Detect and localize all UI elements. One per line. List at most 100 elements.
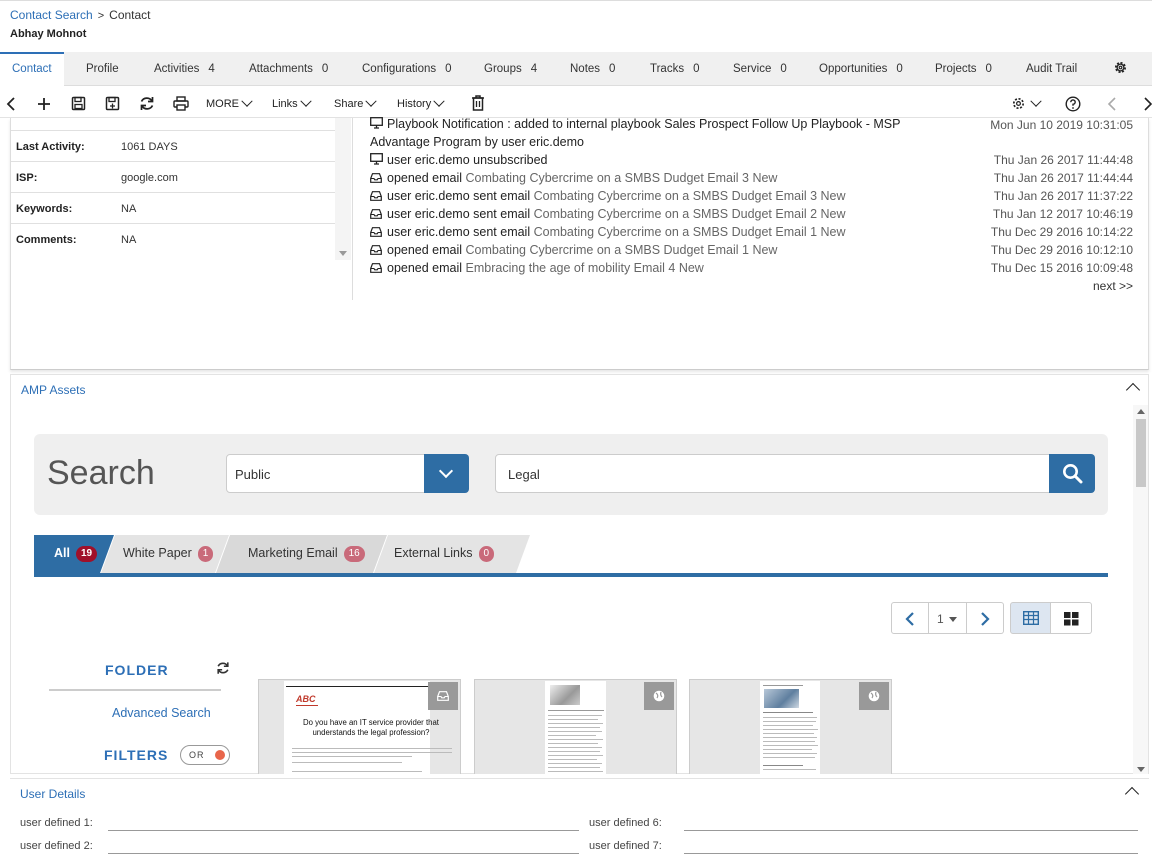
tab-profile[interactable]: Profile: [86, 52, 119, 86]
property-key: Keywords:: [16, 203, 73, 215]
scroll-down-icon[interactable]: [339, 251, 347, 256]
amp-assets-header[interactable]: AMP Assets: [11, 375, 1150, 401]
collapse-chevron-icon[interactable]: [1124, 786, 1140, 802]
breadcrumb-contact-search[interactable]: Contact Search: [10, 8, 93, 22]
next-page-button[interactable]: [967, 602, 1004, 634]
feed-text: Advantage Program by user eric.demo: [370, 135, 584, 149]
list-view-button[interactable]: [1010, 602, 1051, 634]
scope-select[interactable]: Public: [226, 454, 425, 493]
properties-scrollbar[interactable]: [335, 118, 351, 260]
links-menu[interactable]: Links: [272, 95, 312, 110]
tab-count: 4: [530, 63, 538, 75]
thumbnail-text-line: [763, 685, 803, 686]
feed-link[interactable]: Combating Cybercrime on a SMBS Dudget Em…: [534, 225, 846, 239]
thumbnail-text-line: [763, 733, 814, 734]
folder-divider: [49, 689, 221, 691]
page-select[interactable]: 1: [929, 602, 967, 634]
feed-link[interactable]: Combating Cybercrime on a SMBS Dudget Em…: [534, 207, 846, 221]
history-menu[interactable]: History: [397, 95, 445, 110]
tab-count: 0: [985, 63, 992, 75]
feed-next-link[interactable]: next >>: [1093, 279, 1133, 293]
property-row: Comments: NA: [11, 224, 335, 255]
tab-all[interactable]: All 19: [54, 535, 98, 573]
scope-dropdown-button[interactable]: [424, 454, 469, 493]
contact-properties: Last Activity: 1061 DAYS ISP: google.com K…: [11, 118, 335, 255]
user-details-panel: User Details user defined 1: user define…: [10, 778, 1149, 863]
feed-link[interactable]: Combating Cybercrime on a SMBS Dudget Em…: [466, 243, 778, 257]
feed-item: user eric.demo sent email Combating Cybe…: [370, 189, 846, 204]
save-as-icon[interactable]: [105, 96, 120, 111]
chevron-right-icon: [981, 612, 990, 626]
thumbnail-text-line: [292, 762, 402, 763]
asset-card[interactable]: [689, 679, 892, 774]
share-menu[interactable]: Share: [334, 95, 378, 110]
feed-link[interactable]: Combating Cybercrime on a SMBS Dudget Em…: [534, 189, 846, 203]
user-defined-7-input[interactable]: [684, 853, 1138, 854]
user-defined-6-input[interactable]: [684, 830, 1138, 831]
tab-groups[interactable]: Groups 4: [484, 52, 537, 86]
thumbnail-text-line: [763, 717, 817, 718]
user-defined-2-input[interactable]: [108, 853, 579, 854]
scroll-up-icon[interactable]: [1137, 409, 1145, 414]
save-icon[interactable]: [71, 96, 86, 111]
toolbar-settings-menu[interactable]: [1011, 95, 1042, 111]
feed-link[interactable]: Combating Cybercrime on a SMBS Dudget Em…: [466, 171, 778, 185]
print-icon[interactable]: [173, 96, 189, 111]
tab-opportunities[interactable]: Opportunities 0: [819, 52, 903, 86]
tab-marketing-email[interactable]: Marketing Email 16: [248, 535, 365, 573]
refresh-folders-icon[interactable]: [216, 661, 230, 680]
tab-tracks[interactable]: Tracks 0: [650, 52, 699, 86]
thumbnail-text-line: [548, 747, 602, 748]
chevron-down-icon: [438, 463, 454, 479]
help-icon[interactable]: [1065, 96, 1081, 112]
record-tabs: Contact Profile Activities 4 Attachments 0…: [0, 52, 1152, 87]
feed-text: opened email: [387, 261, 466, 275]
previous-record-icon[interactable]: [1107, 97, 1117, 111]
tab-projects[interactable]: Projects 0: [935, 52, 992, 86]
feed-text: user eric.demo unsubscribed: [387, 153, 548, 167]
tab-white-paper[interactable]: White Paper 1: [123, 535, 214, 573]
add-icon[interactable]: [37, 97, 51, 111]
record-toolbar: MORE Links Share History: [0, 90, 1152, 118]
amp-scrollbar[interactable]: [1133, 405, 1148, 774]
tab-attachments[interactable]: Attachments 0: [249, 52, 328, 86]
scrollbar-thumb[interactable]: [1136, 419, 1146, 487]
asset-card[interactable]: [474, 679, 677, 774]
more-menu[interactable]: MORE: [206, 95, 253, 110]
advanced-search-link[interactable]: Advanced Search: [112, 706, 211, 720]
feed-link[interactable]: Embracing the age of mobility Email 4 Ne…: [466, 261, 704, 275]
property-value: 1061 DAYS: [121, 141, 178, 153]
refresh-icon[interactable]: [139, 96, 155, 111]
search-input[interactable]: Legal: [495, 454, 1050, 493]
tab-contact[interactable]: Contact: [0, 52, 64, 87]
grid-view-button[interactable]: [1051, 602, 1092, 634]
tab-activities[interactable]: Activities 4: [154, 52, 215, 86]
previous-page-button[interactable]: [891, 602, 929, 634]
delete-icon[interactable]: [471, 95, 485, 111]
thumbnail-text-line: [292, 752, 452, 753]
table-icon: [1023, 611, 1039, 625]
back-icon[interactable]: [6, 97, 16, 111]
feed-text: opened email: [387, 171, 466, 185]
thumbnail-text-line: [292, 756, 412, 757]
thumbnail-text-line: [548, 751, 600, 752]
tab-configurations[interactable]: Configurations 0: [362, 52, 452, 86]
feed-item-continued: Advantage Program by user eric.demo: [370, 135, 584, 149]
tab-audit-trail[interactable]: Audit Trail: [1026, 52, 1077, 86]
page-number: 1: [937, 612, 944, 626]
user-details-header[interactable]: User Details: [10, 779, 1149, 805]
settings-gear-icon[interactable]: [1113, 60, 1128, 79]
scroll-down-icon[interactable]: [1137, 767, 1145, 772]
asset-card[interactable]: ABC Do you have an IT service provider t…: [258, 679, 461, 774]
feed-link[interactable]: Sales Prospect Follow Up Playbook - MSP: [664, 117, 900, 131]
filter-logic-toggle[interactable]: OR: [180, 745, 230, 765]
tab-label: Tracks: [650, 63, 685, 75]
tab-notes[interactable]: Notes 0: [570, 52, 615, 86]
thumbnail-text-line: [548, 727, 600, 728]
search-button[interactable]: [1049, 454, 1095, 493]
tab-external-links[interactable]: External Links 0: [394, 535, 495, 573]
collapse-chevron-icon[interactable]: [1125, 382, 1141, 398]
tab-service[interactable]: Service 0: [733, 52, 787, 86]
next-record-icon[interactable]: [1143, 97, 1152, 111]
user-defined-1-input[interactable]: [108, 830, 579, 831]
